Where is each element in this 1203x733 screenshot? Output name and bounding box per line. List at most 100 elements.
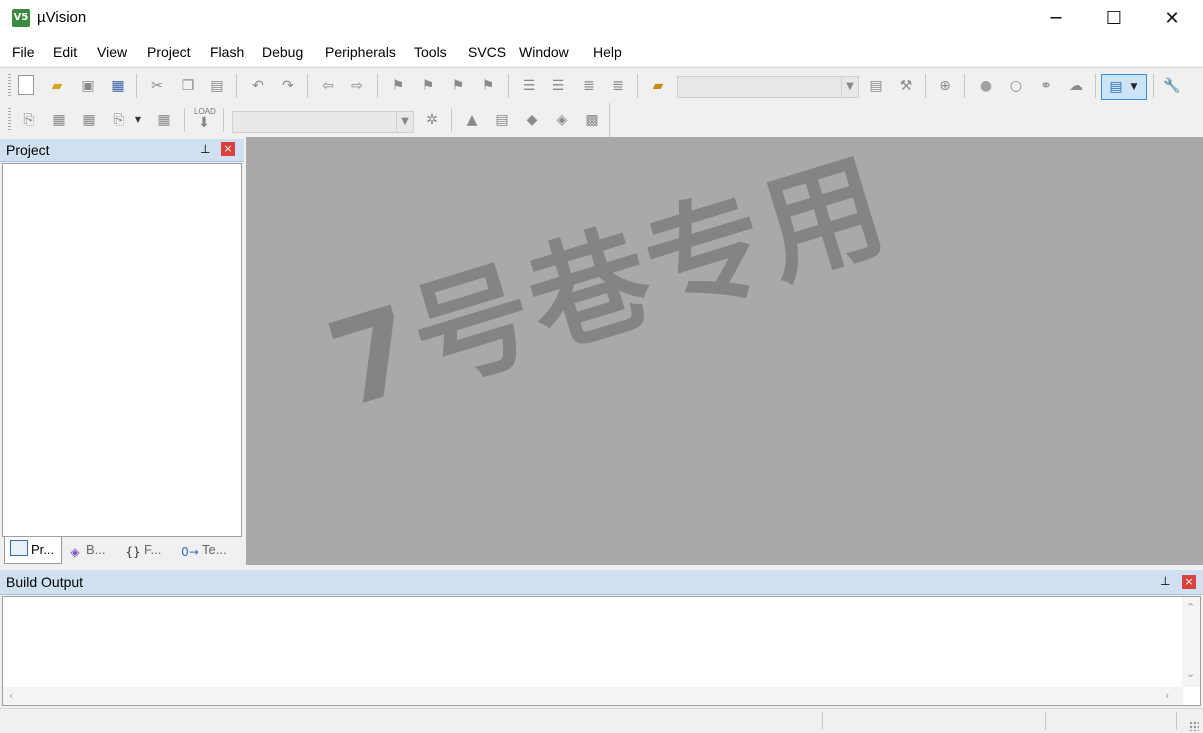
menu-project[interactable]: Project: [147, 44, 191, 60]
tab-templates[interactable]: 0→ Te...: [176, 537, 236, 563]
breakpoint-disable-all-icon[interactable]: ⚭: [1035, 75, 1057, 97]
scroll-up-icon[interactable]: ⌃: [1186, 601, 1195, 614]
translate-icon[interactable]: ⎘: [18, 109, 40, 131]
toolbar-separator: [307, 74, 308, 98]
title-bar: V5 µVision ─ ☐ ✕: [0, 0, 1203, 38]
status-divider: [1045, 712, 1046, 730]
bookmark-prev-icon[interactable]: ⚑: [417, 75, 439, 97]
new-file-icon[interactable]: [18, 75, 34, 95]
pin-icon[interactable]: ⊥: [200, 142, 210, 156]
paste-icon[interactable]: ▤: [206, 75, 228, 97]
project-tree[interactable]: [2, 163, 242, 537]
status-bar: [0, 708, 1203, 733]
menu-view[interactable]: View: [97, 44, 127, 60]
pin-icon[interactable]: ⊥: [1160, 574, 1170, 588]
search-combo[interactable]: ▼: [677, 76, 859, 98]
toolbar-separator: [184, 108, 185, 132]
tab-label: F...: [144, 542, 162, 557]
build-icon[interactable]: ▦: [48, 109, 70, 131]
save-all-icon[interactable]: ▦: [107, 75, 129, 97]
find-in-files-icon[interactable]: ▰: [647, 75, 669, 97]
scroll-right-icon[interactable]: ›: [1165, 689, 1169, 702]
select-software-packs-icon[interactable]: ▤: [491, 109, 513, 131]
scroll-down-icon[interactable]: ⌄: [1186, 667, 1195, 680]
manage-components-icon[interactable]: ▲: [461, 109, 483, 131]
close-panel-icon[interactable]: ×: [221, 142, 235, 156]
navigate-back-icon[interactable]: ⇦: [317, 75, 339, 97]
debug-session-icon[interactable]: ⊕: [934, 75, 956, 97]
configure-icon[interactable]: 🔧: [1161, 75, 1183, 97]
window-layout-button[interactable]: ▤ ▼: [1101, 74, 1147, 100]
resize-grip[interactable]: [1189, 721, 1199, 731]
close-window-button[interactable]: ✕: [1143, 0, 1201, 38]
uvision-app-icon: V5: [12, 9, 30, 27]
menu-svcs[interactable]: SVCS: [468, 44, 506, 60]
build-output-header: Build Output ⊥ ×: [0, 570, 1203, 595]
menu-flash[interactable]: Flash: [210, 44, 244, 60]
bookmark-insert-icon[interactable]: ⚑: [387, 75, 409, 97]
vertical-scrollbar[interactable]: ⌃ ⌄: [1182, 597, 1200, 687]
uncomment-icon[interactable]: ≣: [607, 75, 629, 97]
build-output-text[interactable]: ⌃ ⌄ ‹ ›: [2, 596, 1201, 706]
chevron-down-icon: ▼: [1130, 82, 1138, 92]
breakpoint-kill-all-icon[interactable]: ☁: [1065, 75, 1087, 97]
toolbar-grip[interactable]: [8, 74, 11, 98]
close-panel-icon[interactable]: ×: [1182, 575, 1196, 589]
indent-icon[interactable]: ☰: [518, 75, 540, 97]
manage-run-time-icon[interactable]: ◈: [551, 109, 573, 131]
editor-area[interactable]: 7号巷专用: [246, 137, 1203, 565]
navigate-forward-icon[interactable]: ⇨: [346, 75, 368, 97]
batch-build-icon[interactable]: ⎘: [108, 109, 130, 131]
toolbar-separator: [1095, 74, 1096, 98]
tab-books[interactable]: ◈ B...: [62, 537, 118, 563]
maximize-button[interactable]: ☐: [1085, 0, 1143, 38]
stop-build-icon[interactable]: ▦: [153, 109, 175, 131]
toolbar-separator: [136, 74, 137, 98]
tab-project[interactable]: Pr...: [4, 537, 62, 564]
redo-icon[interactable]: ↷: [277, 75, 299, 97]
toolbar-grip[interactable]: [8, 108, 11, 132]
menu-help[interactable]: Help: [593, 44, 622, 60]
pack-installer-icon[interactable]: ◆: [521, 109, 543, 131]
tab-label: Pr...: [31, 542, 55, 557]
books-tab-icon: ◈: [70, 545, 80, 559]
chevron-down-icon[interactable]: ▼: [841, 77, 858, 97]
toolbar-separator: [223, 108, 224, 132]
toolbar-separator: [925, 74, 926, 98]
target-options-icon[interactable]: ✲: [421, 109, 443, 131]
target-combo[interactable]: ▼: [232, 111, 414, 133]
menu-peripherals[interactable]: Peripherals: [325, 44, 396, 60]
event-recorder-icon[interactable]: ▩: [581, 109, 603, 131]
open-file-icon[interactable]: ▰: [46, 75, 68, 97]
minimize-button[interactable]: ─: [1027, 0, 1085, 38]
menu-debug[interactable]: Debug: [262, 44, 303, 60]
bookmark-clear-icon[interactable]: ⚑: [477, 75, 499, 97]
breakpoint-disable-icon[interactable]: ○: [1005, 75, 1027, 97]
scroll-left-icon[interactable]: ‹: [9, 689, 13, 702]
unindent-icon[interactable]: ☰: [547, 75, 569, 97]
incremental-find-icon[interactable]: ⚒: [895, 75, 917, 97]
toolbar-separator: [508, 74, 509, 98]
toolbar-separator: [451, 108, 452, 132]
comment-icon[interactable]: ≣: [578, 75, 600, 97]
menu-tools[interactable]: Tools: [414, 44, 447, 60]
bookmark-next-icon[interactable]: ⚑: [447, 75, 469, 97]
toolbar-separator: [637, 74, 638, 98]
chevron-down-icon[interactable]: ▼: [132, 109, 144, 131]
window-layout-icon: ▤: [1109, 79, 1123, 95]
rebuild-icon[interactable]: ▦: [78, 109, 100, 131]
templates-tab-icon: 0→: [181, 545, 199, 559]
menu-window[interactable]: Window: [519, 44, 569, 60]
menu-edit[interactable]: Edit: [53, 44, 77, 60]
breakpoint-icon[interactable]: ●: [975, 75, 997, 97]
save-icon[interactable]: ▣: [77, 75, 99, 97]
tab-functions[interactable]: {} F...: [120, 537, 176, 563]
undo-icon[interactable]: ↶: [247, 75, 269, 97]
horizontal-scrollbar[interactable]: ‹ ›: [3, 687, 1183, 705]
chevron-down-icon[interactable]: ▼: [396, 112, 413, 132]
find-icon[interactable]: ▤: [865, 75, 887, 97]
menu-file[interactable]: File: [12, 44, 35, 60]
copy-icon[interactable]: ❐: [177, 75, 199, 97]
cut-icon[interactable]: ✂: [146, 75, 168, 97]
download-button[interactable]: LOAD ⬇: [192, 107, 216, 133]
